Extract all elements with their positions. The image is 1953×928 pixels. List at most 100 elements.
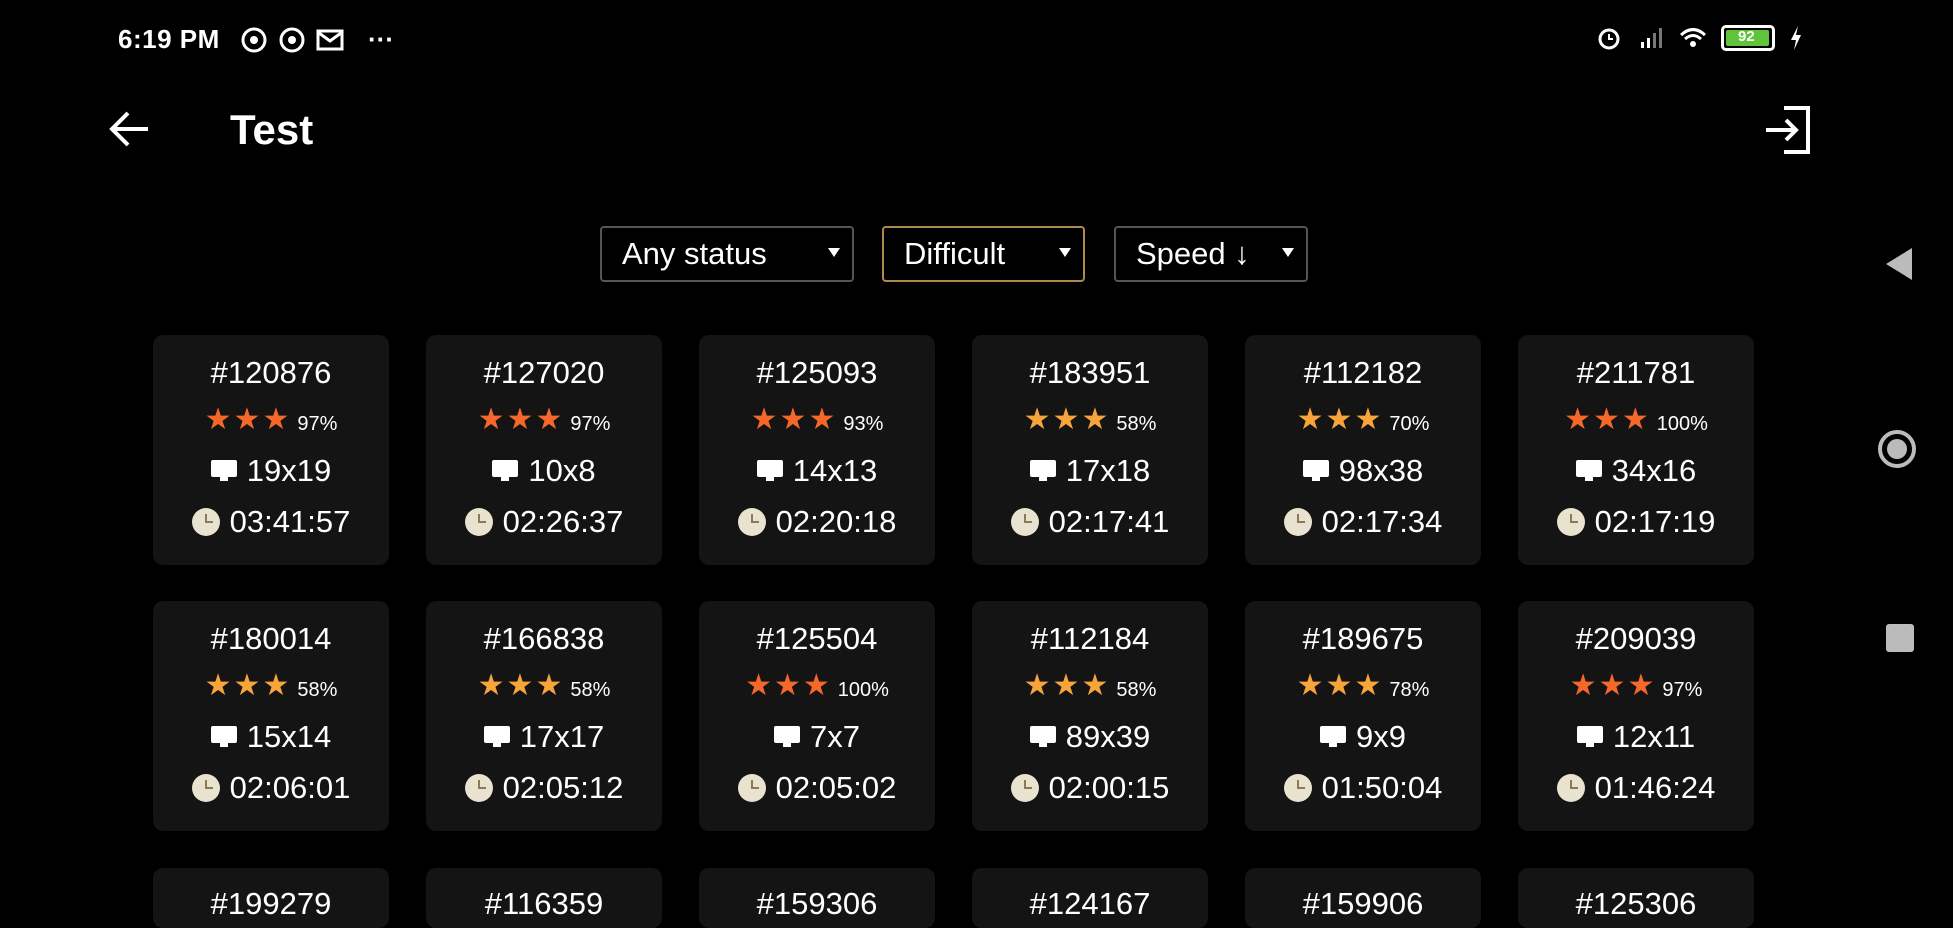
puzzle-rating: ★ ★ ★ 78% [1297, 661, 1430, 711]
puzzle-card[interactable]: #125093 ★ ★ ★ 93% 14x13 02:20:18 [699, 335, 935, 565]
puzzle-card[interactable]: #211781 ★ ★ ★ 100% 34x16 02:17:19 [1518, 335, 1754, 565]
puzzle-grid: #120876 ★ ★ ★ 97% 19x19 03:41:57 #127020… [153, 335, 1754, 831]
monitor-icon [1575, 460, 1602, 482]
status-time: 6:19 PM [118, 24, 220, 54]
puzzle-time: 02:20:18 [737, 497, 897, 547]
puzzle-size-value: 19x19 [246, 453, 332, 488]
puzzle-card[interactable]: #183951 ★ ★ ★ 58% 17x18 02:17:41 [972, 335, 1208, 565]
difficulty-filter-select[interactable]: Difficult [882, 226, 1085, 282]
sort-select[interactable]: Speed ↓ [1114, 226, 1308, 282]
puzzle-card[interactable]: #209039 ★ ★ ★ 97% 12x11 01:46:24 [1518, 601, 1754, 831]
nav-recents-icon[interactable] [1886, 624, 1914, 652]
status-filter-select[interactable]: Any status [600, 226, 854, 282]
star-icon: ★ [773, 669, 801, 702]
login-icon[interactable] [1760, 102, 1816, 158]
monitor-icon [483, 726, 510, 748]
puzzle-id: #166838 [483, 621, 605, 656]
puzzle-id: #112184 [1030, 621, 1150, 656]
star-icon: ★ [233, 403, 261, 436]
star-icon: ★ [1569, 669, 1597, 702]
dropdown-caret-icon [1059, 248, 1071, 257]
puzzle-time-value: 02:17:34 [1321, 504, 1443, 539]
puzzle-rating: ★ ★ ★ 58% [1024, 661, 1157, 711]
clock-icon [1010, 774, 1039, 802]
puzzle-card[interactable]: #124167 [972, 868, 1208, 928]
back-arrow-icon[interactable] [104, 104, 154, 154]
puzzle-time: 01:50:04 [1283, 763, 1443, 813]
system-icons: 92 [1595, 24, 1803, 52]
clock-icon [464, 508, 493, 536]
puzzle-size: 14x13 [756, 445, 878, 497]
puzzle-percent: 58% [1116, 412, 1157, 435]
puzzle-card[interactable]: #180014 ★ ★ ★ 58% 15x14 02:06:01 [153, 601, 389, 831]
star-icon: ★ [1592, 403, 1620, 436]
puzzle-rating: ★ ★ ★ 70% [1297, 395, 1430, 445]
monitor-icon [1302, 460, 1329, 482]
star-icon: ★ [745, 669, 772, 702]
puzzle-id: #116359 [484, 886, 604, 921]
puzzle-percent: 97% [297, 412, 338, 435]
puzzle-size: 9x9 [1320, 711, 1406, 763]
monitor-icon [774, 726, 800, 748]
puzzle-card[interactable]: #189675 ★ ★ ★ 78% 9x9 01:50:04 [1245, 601, 1481, 831]
star-icon: ★ [1052, 669, 1080, 702]
puzzle-size-value: 17x17 [519, 719, 605, 754]
puzzle-size-value: 9x9 [1356, 719, 1406, 754]
puzzle-card[interactable]: #112182 ★ ★ ★ 70% 98x38 02:17:34 [1245, 335, 1481, 565]
puzzle-card[interactable]: #159906 [1245, 868, 1481, 928]
whatsapp-icon [279, 27, 305, 52]
star-icon: ★ [1354, 669, 1382, 702]
puzzle-size-value: 10x8 [528, 453, 596, 488]
clock-icon [737, 508, 766, 536]
star-icon: ★ [1023, 669, 1051, 702]
monitor-icon [492, 460, 519, 482]
puzzle-id: #127020 [483, 355, 605, 390]
star-icon: ★ [808, 403, 836, 436]
puzzle-size-value: 14x13 [792, 453, 878, 488]
star-icon: ★ [262, 403, 290, 436]
clock-icon [191, 508, 220, 536]
star-icon: ★ [1621, 403, 1649, 436]
puzzle-card[interactable]: #159306 [699, 868, 935, 928]
puzzle-rating: ★ ★ ★ 93% [751, 395, 884, 445]
puzzle-card[interactable]: #127020 ★ ★ ★ 97% 10x8 02:26:37 [426, 335, 662, 565]
star-icon: ★ [477, 403, 505, 436]
puzzle-card[interactable]: #125306 [1518, 868, 1754, 928]
puzzle-time: 02:05:12 [464, 763, 623, 813]
puzzle-rating: ★ ★ ★ 97% [1570, 661, 1703, 711]
clock-icon [1556, 774, 1585, 802]
puzzle-rating: ★ ★ ★ 58% [478, 661, 611, 711]
star-icon: ★ [1081, 403, 1109, 436]
star-icon: ★ [506, 403, 534, 436]
nav-back-icon[interactable] [1886, 248, 1912, 280]
puzzle-size-value: 15x14 [246, 719, 332, 754]
puzzle-id: #211781 [1576, 355, 1696, 390]
puzzle-time-value: 02:26:37 [502, 504, 624, 539]
puzzle-size-value: 7x7 [810, 719, 860, 754]
puzzle-card[interactable]: #112184 ★ ★ ★ 58% 89x39 02:00:15 [972, 601, 1208, 831]
puzzle-time-value: 01:50:04 [1321, 770, 1443, 805]
puzzle-card[interactable]: #116359 [426, 868, 662, 928]
puzzle-size: 17x18 [1029, 445, 1150, 497]
monitor-icon [1029, 726, 1056, 748]
nav-home-icon[interactable] [1878, 430, 1916, 468]
puzzle-card[interactable]: #199279 [153, 868, 389, 928]
puzzle-time: 02:17:19 [1556, 497, 1715, 547]
star-icon: ★ [1325, 669, 1353, 702]
puzzle-size-value: 34x16 [1611, 453, 1697, 488]
puzzle-id: #120876 [210, 355, 332, 390]
clock-icon [1010, 508, 1039, 536]
puzzle-rating: ★ ★ ★ 58% [1024, 395, 1157, 445]
puzzle-size: 15x14 [210, 711, 332, 763]
star-icon: ★ [1296, 669, 1324, 702]
signal-icon [1641, 28, 1662, 48]
puzzle-card[interactable]: #120876 ★ ★ ★ 97% 19x19 03:41:57 [153, 335, 389, 565]
monitor-icon [1029, 460, 1056, 482]
puzzle-time-value: 02:20:18 [775, 504, 897, 539]
puzzle-rating: ★ ★ ★ 100% [745, 661, 889, 711]
puzzle-card[interactable]: #166838 ★ ★ ★ 58% 17x17 02:05:12 [426, 601, 662, 831]
puzzle-card[interactable]: #125504 ★ ★ ★ 100% 7x7 02:05:02 [699, 601, 935, 831]
puzzle-percent: 100% [837, 678, 889, 701]
star-icon: ★ [779, 403, 807, 436]
star-icon: ★ [535, 403, 563, 436]
